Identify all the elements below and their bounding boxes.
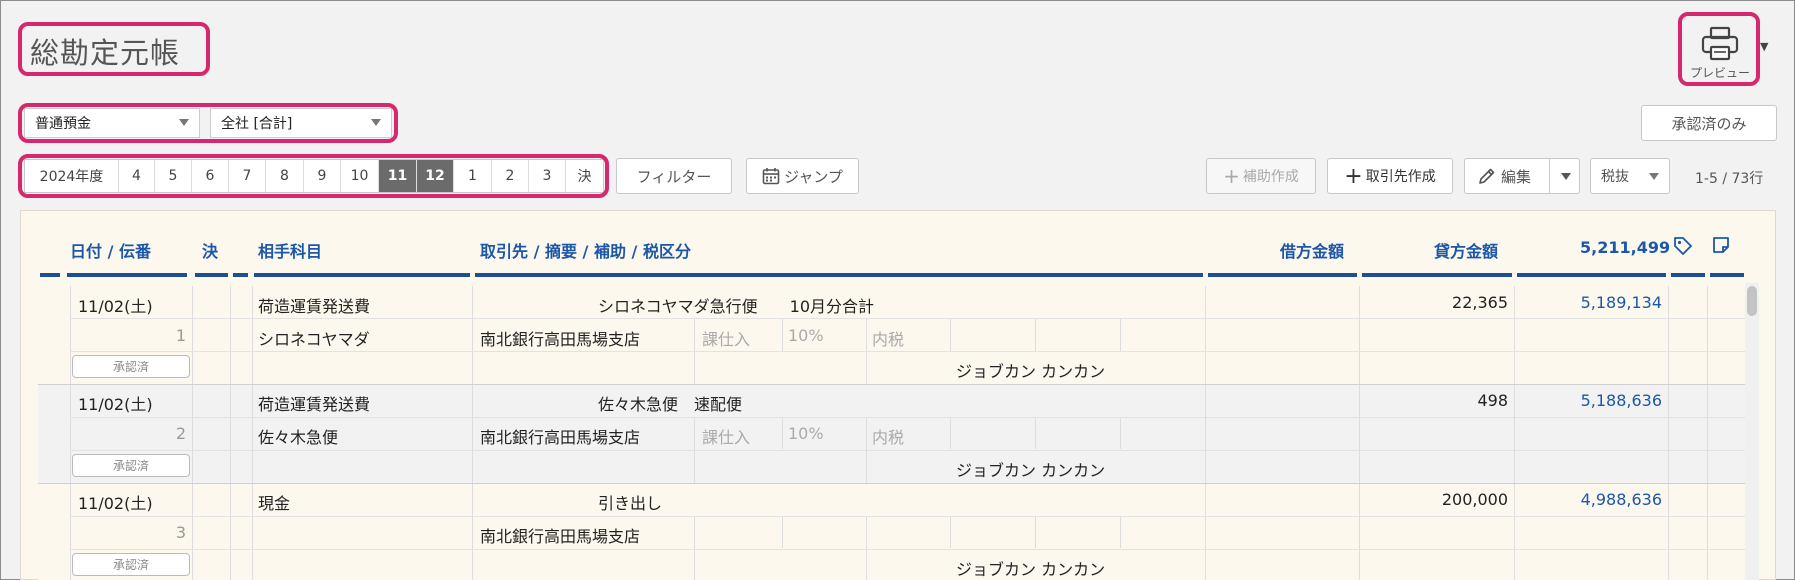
tax-rate: 10% bbox=[788, 424, 824, 443]
counter-account: 現金 bbox=[258, 494, 291, 513]
entry-approver: ジョブカン カンカン bbox=[956, 560, 1106, 579]
entry-approver: ジョブカン カンカン bbox=[956, 362, 1106, 381]
jump-button[interactable]: ジャンプ bbox=[746, 158, 859, 194]
entry-summary: 佐々木急便 速配便 bbox=[598, 395, 743, 414]
col-header-debit[interactable]: 借方金額 bbox=[1280, 238, 1344, 262]
col-header-date[interactable]: 日付 / 伝番 bbox=[70, 238, 151, 262]
tax-rate: 10% bbox=[788, 326, 824, 345]
entry-summary: 引き出し bbox=[598, 494, 663, 513]
period-highlight bbox=[18, 154, 609, 198]
counter-sub-account: シロネコヤマダ bbox=[258, 330, 370, 349]
balance-amount: 5,189,134 bbox=[1580, 293, 1662, 312]
approved-badge: 承認済 bbox=[72, 355, 190, 378]
pencil-icon bbox=[1479, 168, 1495, 184]
credit-amount: 200,000 bbox=[1441, 490, 1508, 509]
tag-icon[interactable] bbox=[1673, 236, 1693, 256]
entry-date: 11/02(土) bbox=[78, 297, 153, 316]
row-count: 1-5 / 73行 bbox=[1695, 171, 1764, 187]
col-header-description[interactable]: 取引先 / 摘要 / 補助 / 税区分 bbox=[480, 238, 691, 262]
chevron-down-icon bbox=[1649, 173, 1659, 180]
plus-icon: + bbox=[1223, 164, 1240, 188]
approved-badge: 承認済 bbox=[72, 553, 190, 576]
credit-amount: 498 bbox=[1477, 391, 1508, 410]
col-header-counter-account[interactable]: 相手科目 bbox=[258, 238, 322, 262]
calendar-icon bbox=[762, 168, 780, 185]
tax-type: 課仕入 bbox=[702, 428, 751, 447]
title-highlight bbox=[18, 22, 210, 76]
counter-account: 荷造運賃発送費 bbox=[258, 297, 371, 316]
jump-label: ジャンプ bbox=[784, 167, 843, 186]
scrollbar-thumb[interactable] bbox=[1747, 286, 1757, 316]
select-highlight bbox=[18, 103, 398, 143]
edit-label: 編集 bbox=[1501, 167, 1532, 186]
chevron-down-icon[interactable] bbox=[1561, 173, 1571, 180]
entry-number: 3 bbox=[175, 523, 186, 542]
print-dropdown-caret-icon[interactable]: ▼ bbox=[1760, 40, 1768, 53]
plus-icon: + bbox=[1344, 163, 1363, 189]
counter-account: 荷造運賃発送費 bbox=[258, 395, 371, 414]
counter-sub-account: 佐々木急便 bbox=[258, 428, 339, 447]
tax-mode-value: 税抜 bbox=[1601, 169, 1629, 185]
filter-button[interactable]: フィルター bbox=[616, 158, 732, 194]
scrollbar-track[interactable] bbox=[1745, 283, 1759, 580]
print-highlight bbox=[1678, 12, 1760, 86]
col-header-settlement[interactable]: 決 bbox=[202, 238, 218, 262]
entry-number: 1 bbox=[175, 326, 186, 345]
entry-bank: 南北銀行高田馬場支店 bbox=[480, 527, 641, 546]
entry-bank: 南北銀行高田馬場支店 bbox=[480, 428, 641, 447]
approved-badge: 承認済 bbox=[72, 454, 190, 477]
tax-inclusion: 内税 bbox=[872, 330, 905, 349]
approved-only-toggle[interactable]: 承認済のみ bbox=[1641, 105, 1777, 141]
create-partner-label: 取引先作成 bbox=[1365, 169, 1436, 185]
entry-date: 11/02(土) bbox=[78, 494, 153, 513]
create-partner-button[interactable]: + 取引先作成 bbox=[1327, 158, 1453, 194]
col-header-credit[interactable]: 貸方金額 bbox=[1434, 238, 1498, 262]
tax-type: 課仕入 bbox=[702, 330, 751, 349]
entry-bank: 南北銀行高田馬場支店 bbox=[480, 330, 641, 349]
balance-amount: 4,988,636 bbox=[1580, 490, 1662, 509]
balance-amount: 5,188,636 bbox=[1580, 391, 1662, 410]
create-sub-account-button[interactable]: + 補助作成 bbox=[1206, 158, 1316, 194]
entry-number: 2 bbox=[175, 424, 186, 443]
col-header-balance: 5,211,499 bbox=[1580, 238, 1671, 257]
memo-icon[interactable] bbox=[1712, 236, 1730, 254]
create-sub-account-label: 補助作成 bbox=[1242, 169, 1299, 185]
edit-button[interactable]: 編集 bbox=[1464, 158, 1580, 194]
entry-date: 11/02(土) bbox=[78, 395, 153, 414]
tax-inclusion: 内税 bbox=[872, 428, 905, 447]
credit-amount: 22,365 bbox=[1452, 293, 1508, 312]
entry-summary: シロネコヤマダ急行便 10月分合計 bbox=[598, 297, 875, 316]
entry-approver: ジョブカン カンカン bbox=[956, 461, 1106, 480]
tax-mode-select[interactable]: 税抜 bbox=[1590, 158, 1670, 194]
